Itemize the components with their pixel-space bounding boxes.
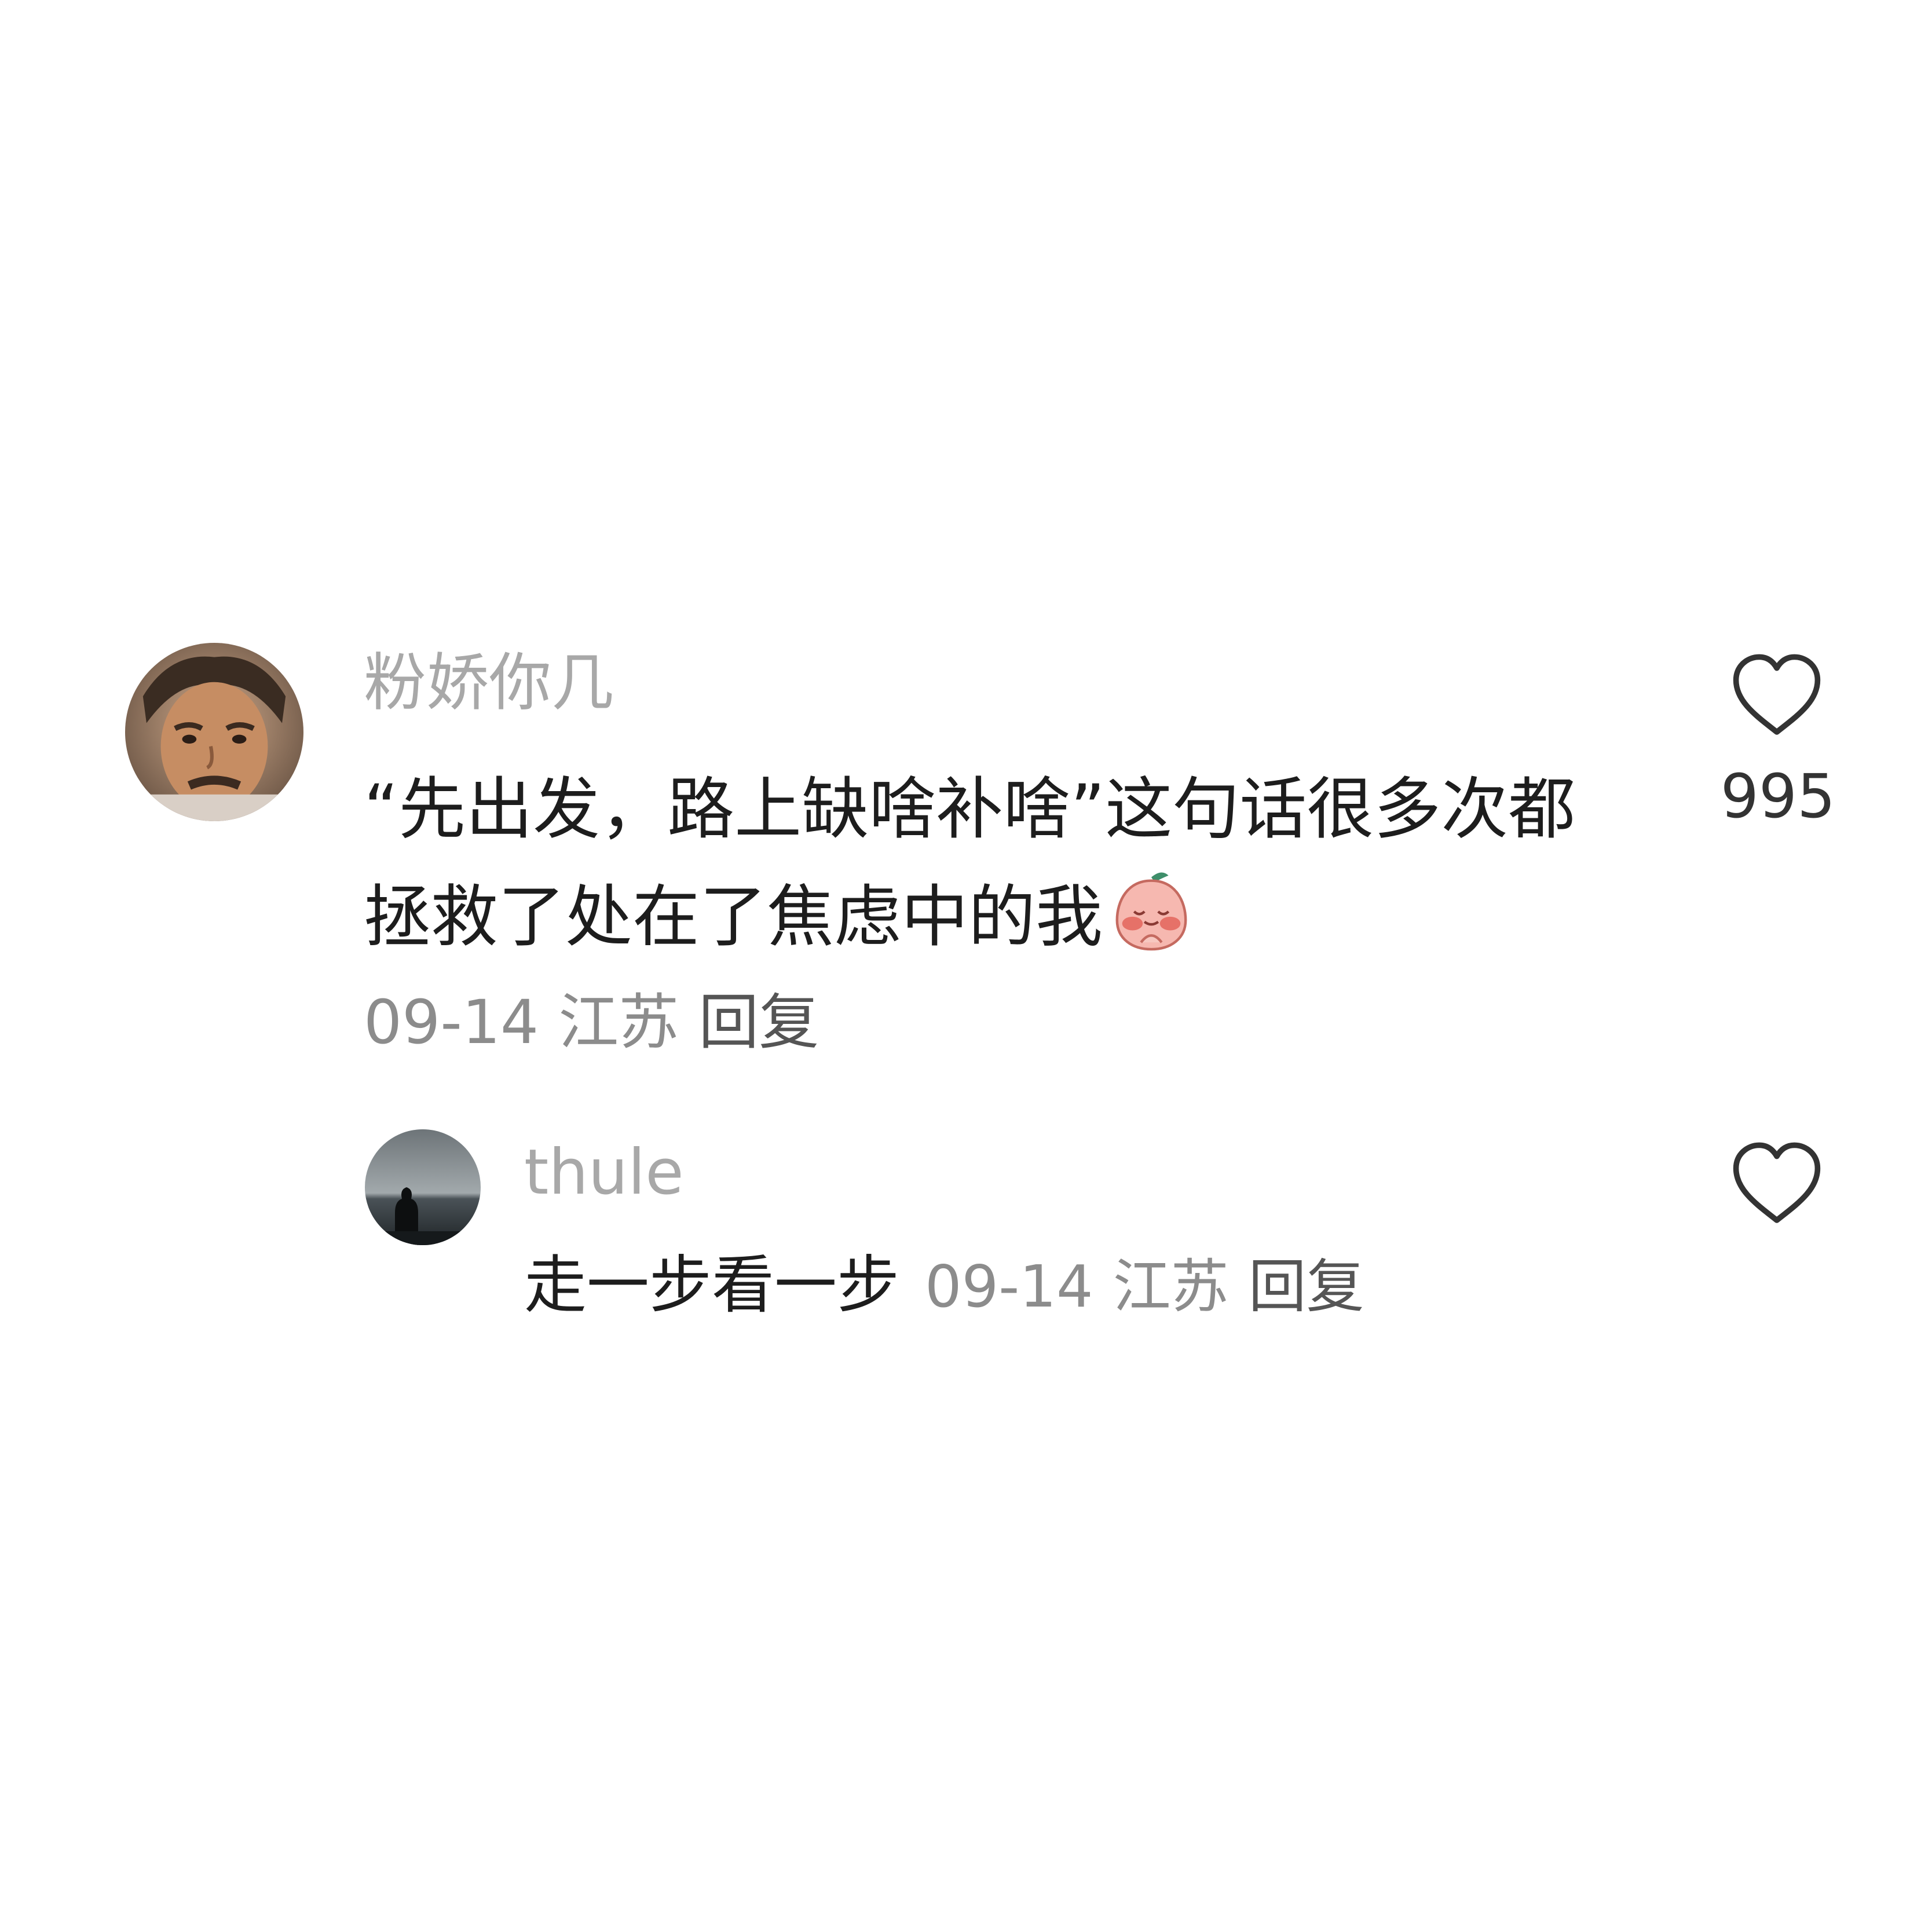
reply-avatar[interactable] xyxy=(365,1129,481,1245)
user-avatar-man-icon xyxy=(125,643,303,821)
reply-location: 江苏 xyxy=(1113,1253,1229,1320)
reply-date: 09-14 xyxy=(925,1253,1093,1320)
comment-meta: 09-14 江苏 回复 xyxy=(364,985,839,1060)
heart-icon xyxy=(1733,1142,1821,1223)
reply-text: 走一步看一步 xyxy=(524,1249,900,1322)
comment-body: “先出发，路上缺啥补啥”这句话很多次都拯救了处在了焦虑中的我 xyxy=(364,756,1591,971)
like-count: 995 xyxy=(1720,761,1836,832)
reply-body: 走一步看一步 09-14 江苏 回复 xyxy=(524,1245,1364,1327)
comment-text: “先出发，路上缺啥补啥”这句话很多次都拯救了处在了焦虑中的我 xyxy=(364,770,1576,956)
reply-username[interactable]: thule xyxy=(524,1135,684,1210)
user-avatar-silhouette-icon xyxy=(365,1129,481,1245)
heart-icon xyxy=(1733,654,1821,735)
comment-date: 09-14 xyxy=(364,987,539,1058)
reply-reply-button[interactable]: 回复 xyxy=(1249,1253,1364,1320)
reply-button[interactable]: 回复 xyxy=(698,987,819,1058)
peach-praying-emoji-icon xyxy=(1108,867,1194,953)
like-button[interactable] xyxy=(1730,652,1823,738)
comment-avatar[interactable] xyxy=(125,643,303,821)
reply-like-button[interactable] xyxy=(1730,1140,1823,1227)
comment-location: 江苏 xyxy=(558,987,679,1058)
comment-username[interactable]: 粉娇你几 xyxy=(364,646,614,721)
